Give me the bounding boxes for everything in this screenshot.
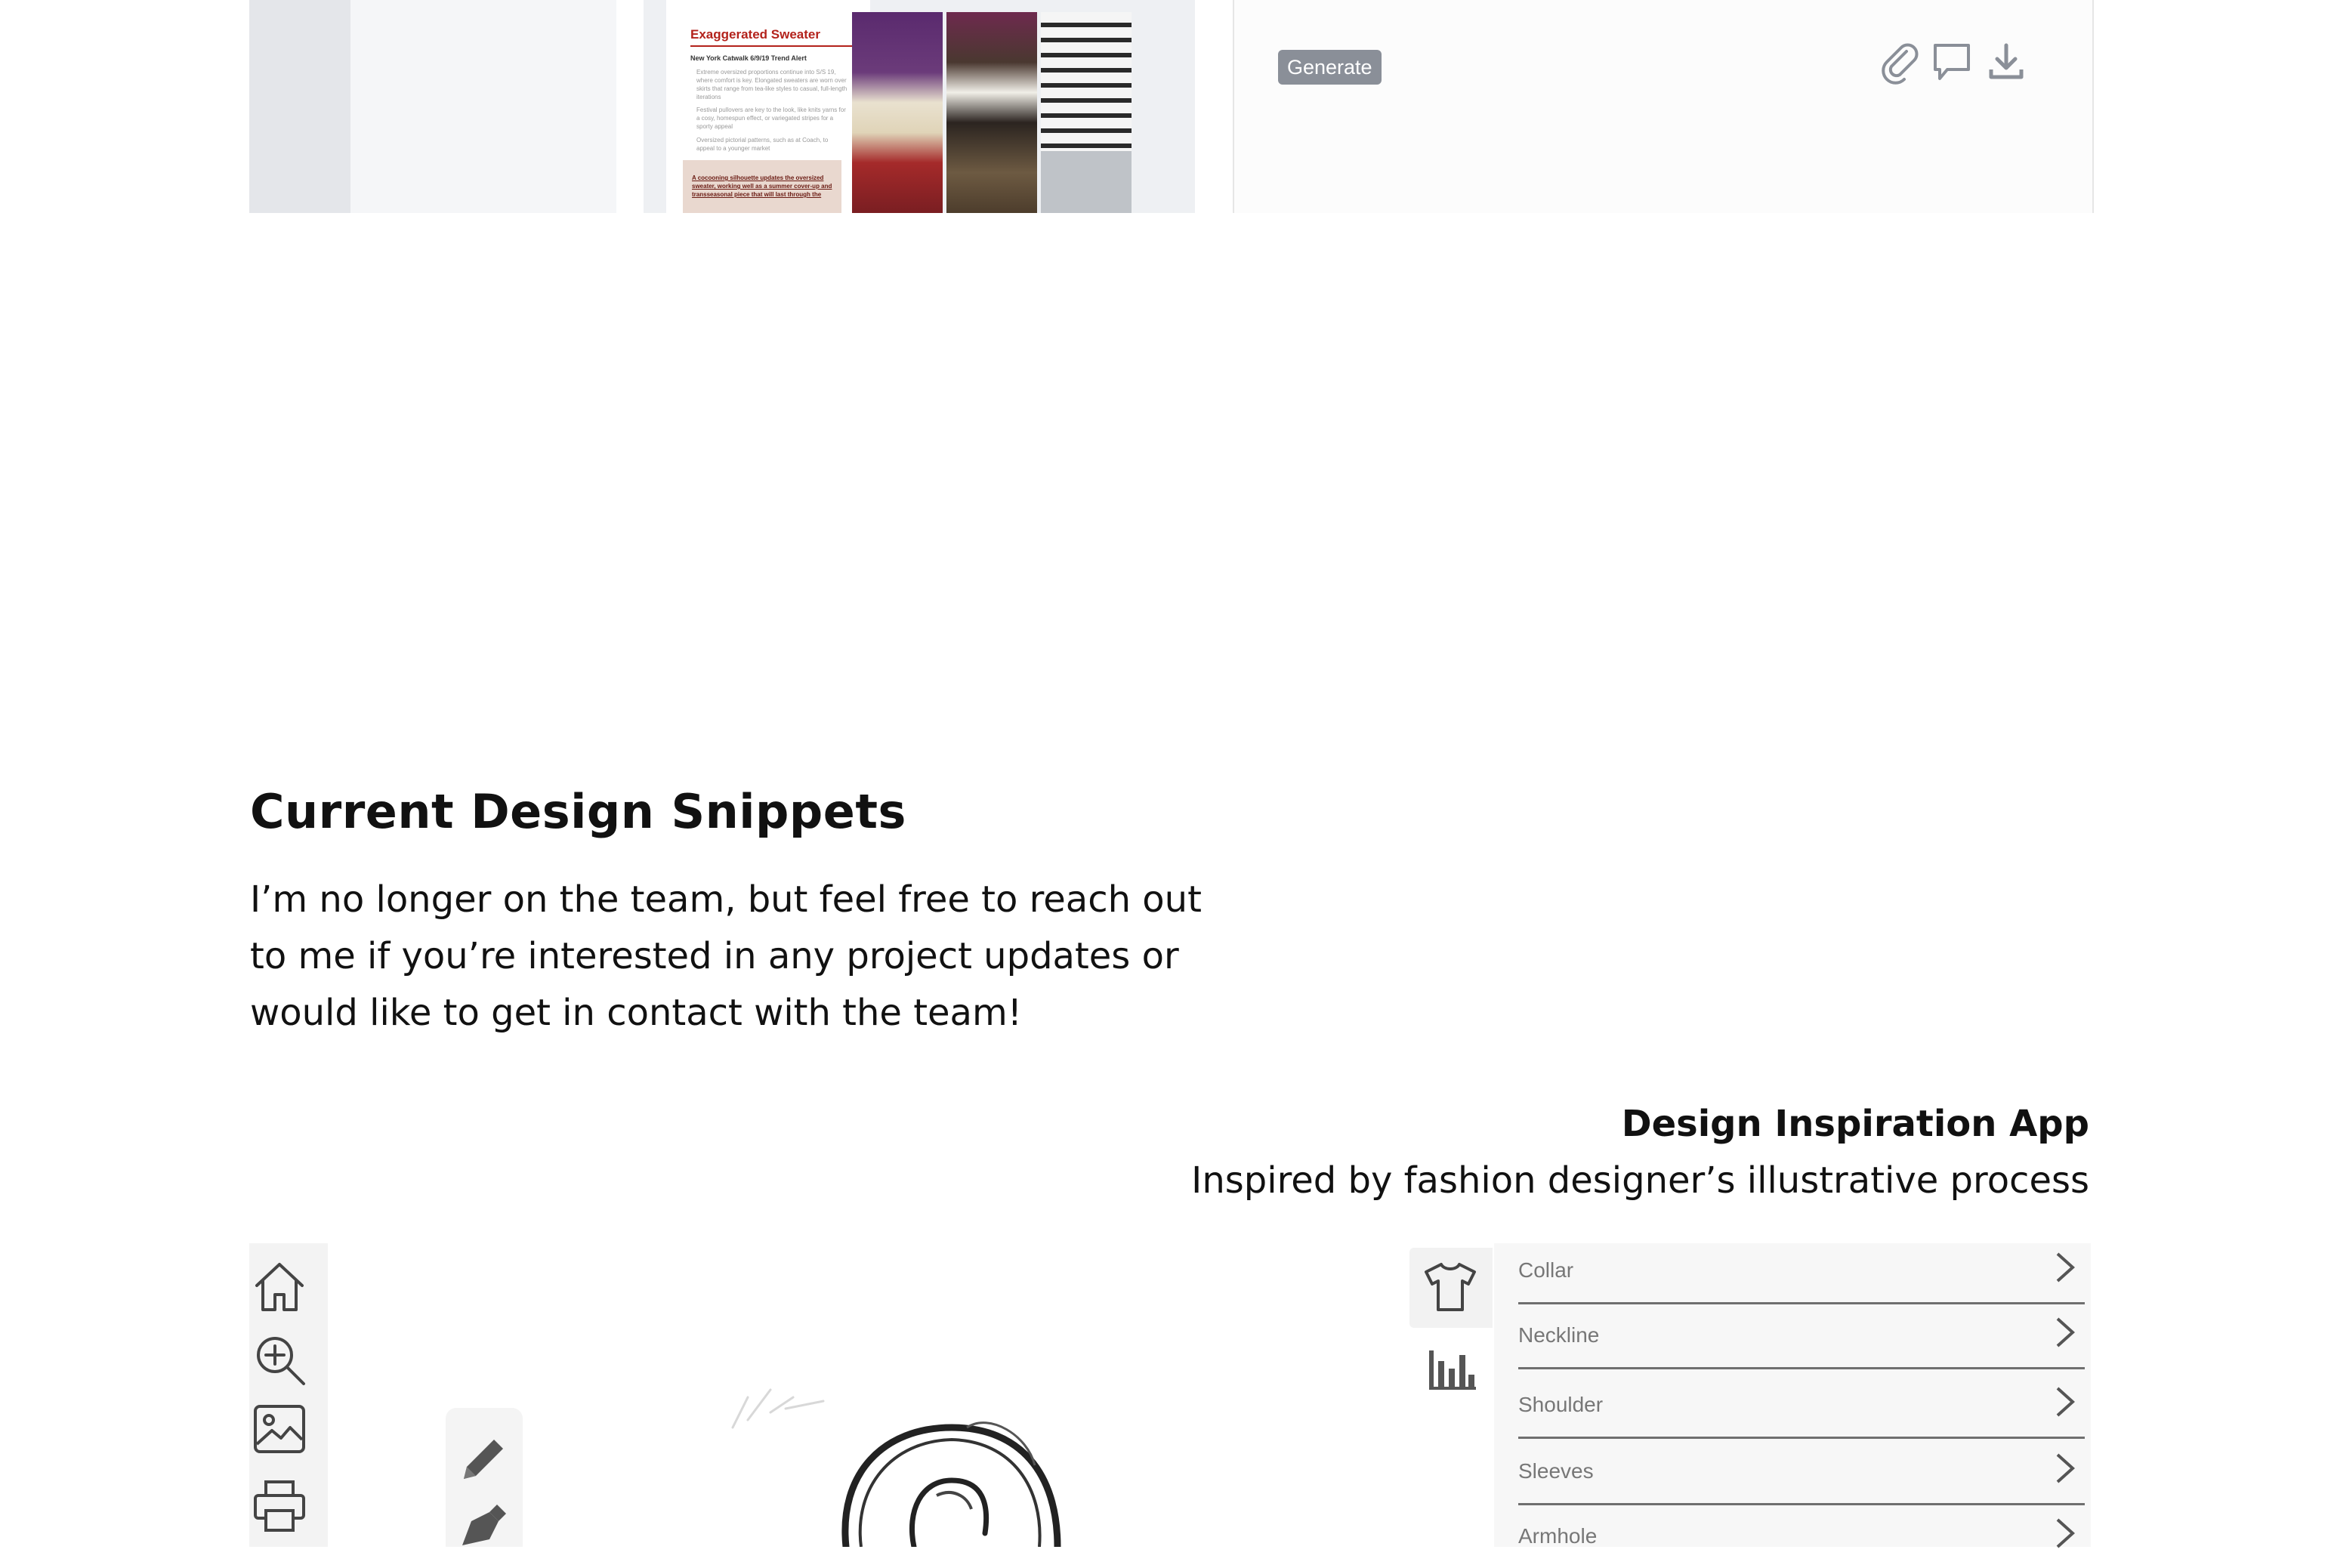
chevron-right-icon — [2056, 1387, 2075, 1417]
chevron-right-icon — [2056, 1518, 2075, 1548]
chevron-right-icon — [2056, 1453, 2075, 1483]
runway-photo-detail — [1041, 151, 1132, 213]
document-title: Exaggerated Sweater — [690, 27, 820, 42]
drawing-tool-palette — [446, 1408, 523, 1547]
title-underline — [690, 45, 857, 47]
option-row-collar[interactable]: Collar — [1518, 1237, 2085, 1304]
document-bullet: Festival pullovers are key to the look, … — [696, 106, 846, 130]
shirt-icon — [1425, 1263, 1476, 1311]
chevron-right-icon — [2056, 1252, 2075, 1282]
image-icon[interactable] — [251, 1400, 308, 1458]
option-row-armhole[interactable]: Armhole — [1518, 1503, 2085, 1568]
pencil-icon[interactable] — [456, 1431, 512, 1486]
option-row-shoulder[interactable]: Shoulder — [1518, 1372, 2085, 1439]
option-row-sleeves[interactable]: Sleeves — [1518, 1438, 2085, 1505]
print-icon[interactable] — [251, 1477, 308, 1535]
sidebar-item-garment[interactable] — [1409, 1248, 1493, 1328]
option-label: Armhole — [1518, 1524, 1598, 1548]
sketch-pencil-marks — [731, 1388, 825, 1429]
bar-chart-icon[interactable] — [1426, 1344, 1477, 1393]
app-subtitle: Inspired by fashion designer’s illustrat… — [1191, 1159, 2089, 1202]
trend-document-preview: Exaggerated Sweater New York Catwalk 6/9… — [644, 0, 1195, 213]
chevron-right-icon — [2056, 1317, 2075, 1347]
generate-button[interactable]: Generate — [1278, 50, 1382, 85]
comment-icon[interactable] — [1929, 39, 1974, 85]
option-label: Shoulder — [1518, 1393, 1604, 1416]
option-label: Collar — [1518, 1258, 1574, 1282]
home-icon[interactable] — [251, 1258, 308, 1316]
option-row-neckline[interactable]: Neckline — [1518, 1302, 2085, 1369]
download-icon[interactable] — [1984, 39, 2029, 85]
document-bullet: Oversized pictorial patterns, such as at… — [696, 137, 829, 152]
document-quote: A cocooning silhouette updates the overs… — [692, 174, 832, 198]
pen-nib-icon[interactable] — [456, 1499, 512, 1547]
zoom-in-icon[interactable] — [251, 1331, 308, 1388]
app-title: Design Inspiration App — [1621, 1103, 2089, 1145]
document-subtitle: New York Catwalk 6/9/19 Trend Alert — [690, 54, 807, 62]
section-body: I’m no longer on the team, but feel free… — [250, 878, 1202, 1034]
sketch-toolbar — [249, 1243, 328, 1547]
screenshot-left-sidebar — [249, 0, 350, 213]
runway-photo — [946, 12, 1037, 213]
option-label: Sleeves — [1518, 1459, 1594, 1483]
section-title: Current Design Snippets — [250, 784, 906, 839]
generate-panel: Generate — [1233, 0, 2094, 213]
option-label: Neckline — [1518, 1323, 1600, 1347]
paperclip-icon[interactable] — [1876, 39, 1922, 85]
document-bullet: Extreme oversized proportions continue i… — [696, 69, 847, 100]
document-quote-box: A cocooning silhouette updates the overs… — [683, 160, 841, 213]
runway-photo — [852, 12, 943, 213]
